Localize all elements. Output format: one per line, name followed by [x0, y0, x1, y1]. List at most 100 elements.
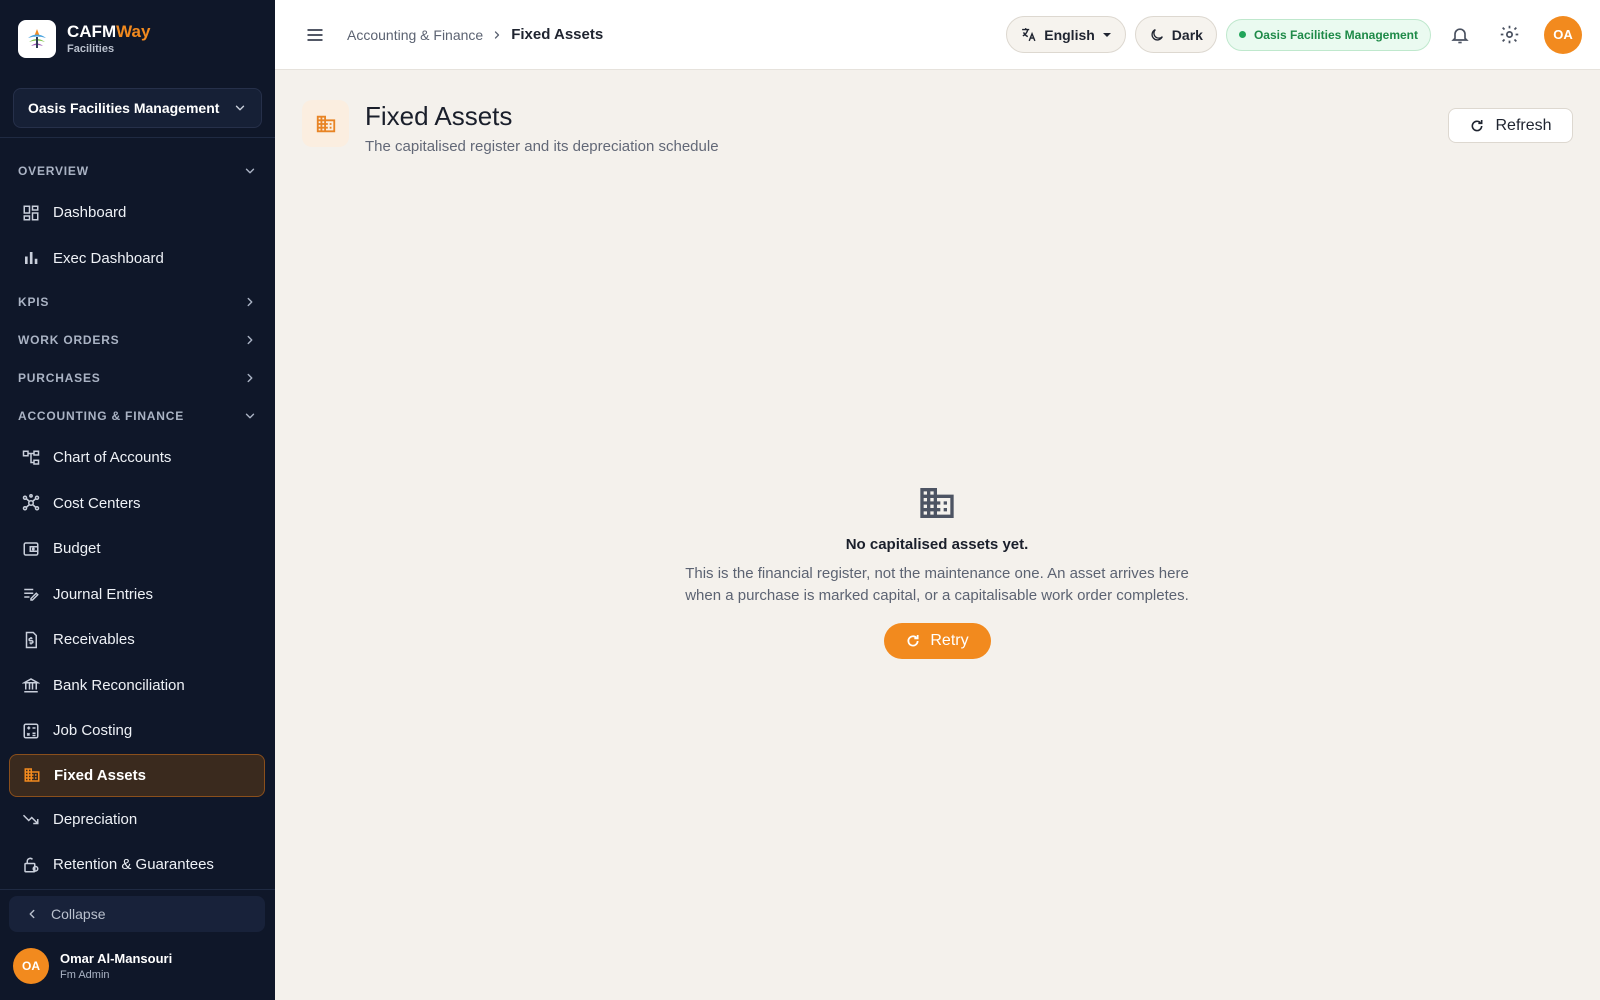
page-subtitle: The capitalised register and its depreci…	[365, 138, 719, 155]
chevron-right-icon	[491, 29, 503, 41]
account-tree-icon	[22, 449, 40, 467]
sidebar-item-label: Chart of Accounts	[53, 449, 172, 467]
bar-chart-icon	[22, 249, 40, 267]
sidebar-item-label: Cost Centers	[53, 494, 141, 512]
sidebar-nav: OVERVIEW Dashboard Exec Dashboard KPIS W…	[0, 138, 275, 880]
hub-icon	[22, 494, 40, 512]
receipt-icon	[22, 631, 40, 649]
brand[interactable]: CAFMWay Facilities	[0, 0, 275, 78]
chevron-right-icon	[243, 295, 257, 309]
section-label: KPIS	[18, 295, 50, 309]
breadcrumb-current: Fixed Assets	[511, 26, 604, 43]
refresh-label: Refresh	[1495, 116, 1552, 134]
bank-icon	[22, 676, 40, 694]
retry-label: Retry	[930, 632, 969, 649]
gear-icon[interactable]	[1489, 15, 1529, 55]
chevron-right-icon	[243, 371, 257, 385]
section-kpis[interactable]: KPIS	[0, 283, 275, 321]
collapse-label: Collapse	[51, 906, 106, 922]
edit-note-icon	[22, 585, 40, 603]
user-name: Omar Al-Mansouri	[60, 951, 173, 966]
section-overview[interactable]: OVERVIEW	[0, 152, 275, 190]
chevron-left-icon	[25, 907, 39, 921]
chevron-down-icon	[233, 101, 247, 115]
refresh-icon	[905, 633, 921, 649]
sidebar-item-chart-of-accounts[interactable]: Chart of Accounts	[0, 435, 275, 481]
section-label: PURCHASES	[18, 371, 101, 385]
organization-badge-label: Oasis Facilities Management	[1253, 27, 1418, 42]
brand-logo	[18, 20, 56, 58]
sidebar-item-label: Fixed Assets	[54, 766, 146, 784]
sidebar-item-label: Depreciation	[53, 810, 138, 828]
sidebar-item-label: Receivables	[53, 631, 135, 649]
sidebar-item-fixed-assets[interactable]: Fixed Assets	[9, 753, 265, 797]
sidebar-item-label: Bank Reconciliation	[53, 676, 185, 694]
sidebar-item-depreciation[interactable]: Depreciation	[0, 797, 275, 843]
sidebar-item-cost-centers[interactable]: Cost Centers	[0, 481, 275, 527]
chevron-down-icon	[243, 409, 257, 423]
chevron-down-icon	[243, 164, 257, 178]
section-work-orders[interactable]: WORK ORDERS	[0, 321, 275, 359]
theme-toggle-label: Dark	[1171, 26, 1203, 43]
menu-icon[interactable]	[305, 25, 325, 45]
empty-state-text: This is the financial register, not the …	[672, 563, 1202, 607]
sidebar-item-bank-reconciliation[interactable]: Bank Reconciliation	[0, 663, 275, 709]
user-profile[interactable]: OA Omar Al-Mansouri Fm Admin	[0, 932, 275, 1000]
calculator-icon	[22, 722, 40, 740]
refresh-button[interactable]: Refresh	[1448, 108, 1573, 143]
notifications-bell-icon[interactable]	[1440, 15, 1480, 55]
domain-icon	[917, 484, 957, 522]
sidebar-item-retention-guarantees[interactable]: Retention & Guarantees	[0, 842, 275, 880]
sidebar-item-exec-dashboard[interactable]: Exec Dashboard	[0, 236, 275, 282]
topbar-actions: English Dark Oasis Facilities Management…	[1006, 15, 1582, 55]
wallet-icon	[22, 540, 40, 558]
sidebar-item-label: Budget	[53, 540, 101, 558]
sidebar-item-label: Job Costing	[53, 722, 133, 740]
section-label: ACCOUNTING & FINANCE	[18, 409, 184, 423]
status-dot	[1238, 31, 1246, 38]
empty-state-line: This is the financial register, not the …	[685, 565, 1189, 582]
brand-name: CAFMWay	[67, 22, 151, 41]
sidebar-item-label: Journal Entries	[53, 585, 154, 603]
language-value: English	[1044, 26, 1095, 43]
breadcrumb-parent[interactable]: Accounting & Finance	[347, 27, 483, 43]
organization-select[interactable]: Oasis Facilities Management	[13, 88, 262, 128]
section-label: WORK ORDERS	[18, 333, 120, 347]
retry-button[interactable]: Retry	[883, 623, 991, 659]
caret-down-icon	[1102, 30, 1112, 40]
brand-subtitle: Facilities	[67, 43, 115, 55]
sidebar-item-dashboard[interactable]: Dashboard	[0, 190, 275, 236]
page-header: Fixed Assets The capitalised register an…	[302, 100, 719, 155]
avatar: OA	[13, 948, 49, 984]
organization-select-value: Oasis Facilities Management	[28, 100, 220, 116]
empty-state-line: when a purchase is marked capital, or a …	[685, 587, 1189, 604]
sidebar-item-budget[interactable]: Budget	[0, 526, 275, 572]
translate-icon	[1020, 26, 1037, 43]
theme-toggle[interactable]: Dark	[1134, 16, 1217, 53]
domain-icon	[302, 100, 349, 147]
dashboard-icon	[22, 204, 40, 222]
section-label: OVERVIEW	[18, 164, 89, 178]
empty-state: No capitalised assets yet. This is the f…	[672, 484, 1202, 659]
section-purchases[interactable]: PURCHASES	[0, 359, 275, 397]
refresh-icon	[1469, 118, 1485, 134]
sidebar-item-label: Exec Dashboard	[53, 249, 164, 267]
section-accounting-finance[interactable]: ACCOUNTING & FINANCE	[0, 397, 275, 435]
account-avatar[interactable]: OA	[1544, 15, 1582, 54]
language-select[interactable]: English	[1006, 16, 1126, 53]
page-title: Fixed Assets	[365, 101, 513, 131]
sidebar-item-label: Dashboard	[53, 204, 127, 222]
lock-person-icon	[22, 856, 40, 874]
collapse-sidebar-button[interactable]: Collapse	[9, 896, 265, 932]
sidebar-item-receivables[interactable]: Receivables	[0, 617, 275, 663]
sidebar-item-job-costing[interactable]: Job Costing	[0, 708, 275, 754]
breadcrumb: Accounting & Finance Fixed Assets	[347, 26, 603, 43]
moon-icon	[1149, 27, 1165, 43]
sidebar: CAFMWay Facilities Oasis Facilities Mana…	[0, 0, 275, 1000]
sidebar-item-journal-entries[interactable]: Journal Entries	[0, 572, 275, 618]
sidebar-item-label: Retention & Guarantees	[53, 856, 214, 874]
sidebar-divider	[0, 889, 275, 890]
organization-badge: Oasis Facilities Management	[1225, 18, 1431, 51]
chevron-right-icon	[243, 333, 257, 347]
user-role: Fm Admin	[60, 969, 110, 981]
